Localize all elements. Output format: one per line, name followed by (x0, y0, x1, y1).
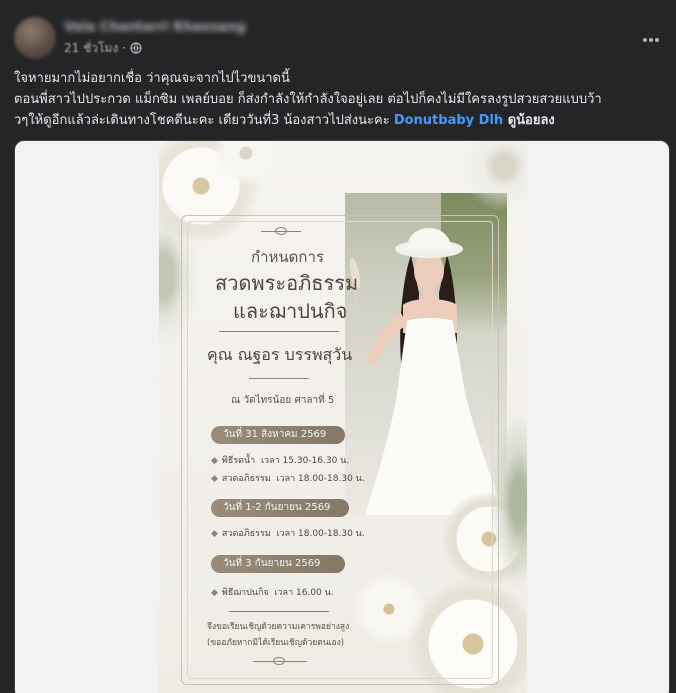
post-caption: ใจหายมากไม่อยากเชื่อ ว่าคุณจะจากไปไวขนาด… (14, 68, 664, 131)
bullet-icon: ◆ (211, 456, 218, 466)
deceased-name: คุณ ณฐอร บรรพสุวัน (207, 345, 353, 364)
globe-icon (130, 42, 142, 54)
schedule-item-3-1: ◆ พิธีฌาปนกิจ เวลา 16.00 น. (211, 585, 334, 599)
event-name: พิธีฌาปนกิจ (221, 588, 269, 598)
funeral-invitation-card: กำหนดการ สวดพระอภิธรรม และฌาปนกิจ คุณ ณฐ… (159, 141, 527, 693)
more-horizontal-icon (642, 28, 660, 47)
post-timestamp[interactable]: 21 ชั่วโมง (64, 39, 118, 58)
author-avatar[interactable] (14, 17, 56, 59)
date-pill-1: วันที่ 31 สิงหาคม 2569 (211, 426, 345, 444)
schedule-item-2-1: ◆ สวดอภิธรรม เวลา 18.00-18.30 น. (211, 526, 365, 540)
caption-line-3: วๆให้ดูอีกแล้วล่ะเดินทางโชคดีนะคะ เดียวว… (14, 110, 664, 131)
bullet-icon: ◆ (211, 474, 218, 484)
bullet-icon: ◆ (211, 529, 218, 539)
venue: ณ วัดไทรน้อย ศาลาที่ 5 (231, 395, 335, 406)
divider-1 (219, 331, 339, 332)
card-heading-line-2: และฌาปนกิจ (233, 299, 348, 323)
more-options-button[interactable] (636, 26, 666, 48)
event-name: พิธีรดน้ำ (221, 456, 256, 466)
post-header: Vela Chantarri Khaosang 21 ชั่วโมง · (0, 0, 676, 64)
see-less-link[interactable]: ดูน้อยลง (503, 113, 555, 128)
event-name: สวดอภิธรรม (221, 474, 271, 484)
event-time: เวลา 18.00-18.30 น. (276, 529, 365, 539)
post-image[interactable]: กำหนดการ สวดพระอภิธรรม และฌาปนกิจ คุณ ณฐ… (14, 140, 670, 693)
caption-line-1: ใจหายมากไม่อยากเชื่อ ว่าคุณจะจากไปไวขนาด… (14, 71, 290, 86)
caption-line-2: ตอนพี่สาวไปประกวด แม็กซิม เพลย์บอย ก็ส่ง… (14, 92, 602, 107)
bullet-icon: ◆ (211, 588, 218, 598)
post-card: Vela Chantarri Khaosang 21 ชั่วโมง · ใจห… (0, 0, 676, 693)
date-pill-3: วันที่ 3 กันยายน 2569 (211, 555, 345, 573)
schedule-item-1-1: ◆ พิธีรดน้ำ เวลา 15.30-16.30 น. (211, 453, 349, 467)
event-time: เวลา 16.00 น. (274, 588, 334, 598)
event-time: เวลา 18.00-18.30 น. (276, 474, 365, 484)
date-pill-2: วันที่ 1-2 กันยายน 2569 (211, 499, 349, 517)
caption-line-3-text: วๆให้ดูอีกแล้วล่ะเดินทางโชคดีนะคะ เดียวว… (14, 113, 394, 128)
ornament-bottom-center (273, 657, 285, 665)
footer-line-1: จึงขอเรียนเชิญด้วยความเคารพอย่างสูง (207, 622, 350, 632)
separator-dot: · (122, 41, 127, 55)
ornament-top-center (275, 227, 287, 235)
footer-line-2: (ขออภัยหากมิได้เรียนเชิญด้วยตนเอง) (207, 638, 345, 648)
card-heading-small: กำหนดการ (251, 248, 324, 266)
mention-link[interactable]: Donutbaby Dlh (394, 113, 503, 128)
author-name[interactable]: Vela Chantarri Khaosang (64, 20, 246, 36)
event-time: เวลา 15.30-16.30 น. (260, 456, 350, 466)
schedule-item-1-2: ◆ สวดอภิธรรม เวลา 18.00-18.30 น. (211, 471, 365, 485)
divider-3 (229, 611, 329, 612)
divider-2 (249, 378, 309, 379)
event-name: สวดอภิธรรม (221, 529, 271, 539)
post-meta: 21 ชั่วโมง · (64, 40, 142, 56)
